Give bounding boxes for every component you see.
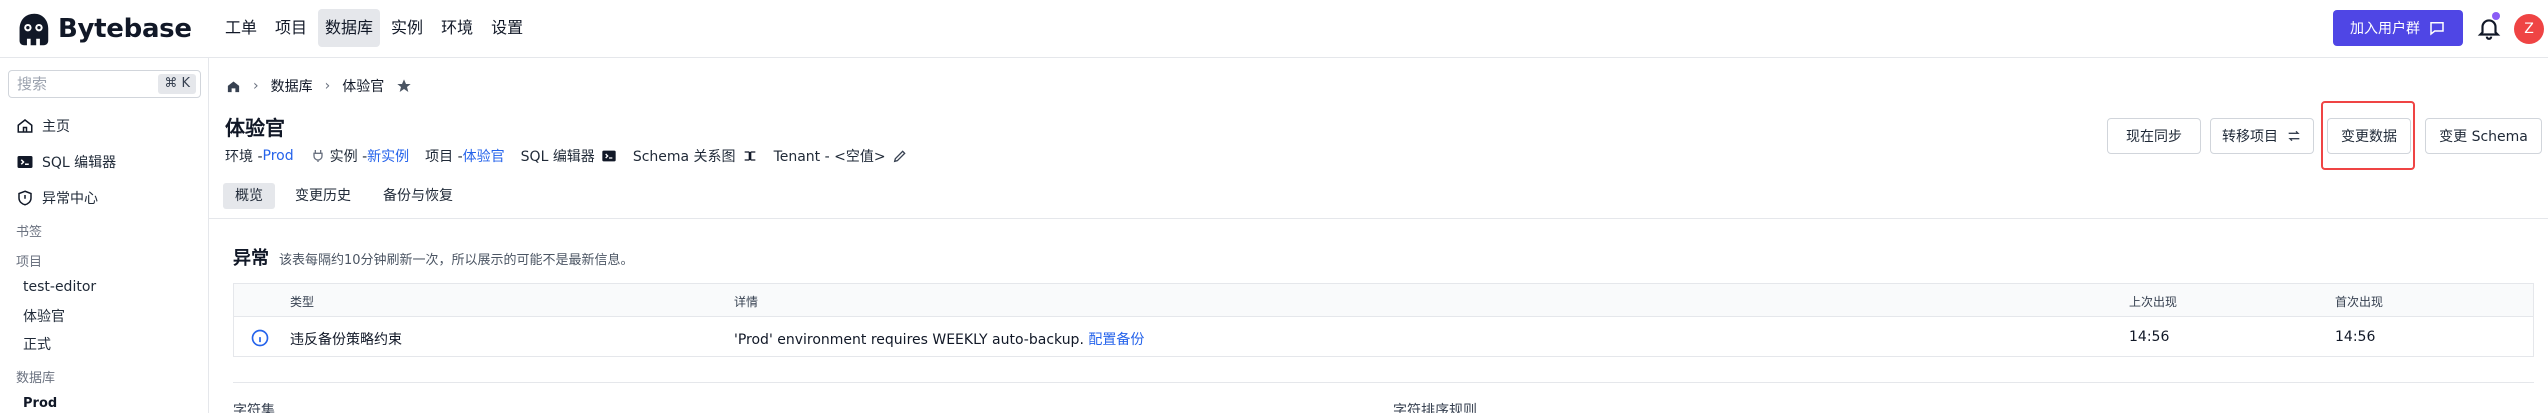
project-label: 项目 - [425, 149, 463, 165]
environment-link[interactable]: Prod [263, 148, 294, 164]
column-header-type: 类型 [290, 295, 315, 309]
main-nav: 工单 项目 数据库 实例 环境 设置 [218, 9, 534, 47]
change-schema-button[interactable]: 变更 Schema [2425, 118, 2542, 154]
pencil-icon[interactable] [892, 148, 908, 164]
breadcrumb: › 数据库 › 体验官 [226, 76, 412, 96]
search-shortcut: ⌘ K [158, 74, 196, 94]
sql-editor-link[interactable]: SQL 编辑器 [521, 146, 617, 166]
anomaly-detail-text: 'Prod' environment requires WEEKLY auto-… [734, 332, 1084, 348]
page-title: 体验官 [225, 116, 285, 140]
sql-editor-label: SQL 编辑器 [520, 149, 595, 165]
breadcrumb-current: 体验官 [342, 79, 385, 95]
database-meta: 环境 - Prod 实例 - 新实例 项目 - 体验官 SQL 编辑器 Sche… [225, 146, 924, 166]
schema-diagram-label: Schema 关系图 [632, 149, 736, 165]
anomaly-first-seen-cell: 14:56 [2335, 329, 2376, 345]
column-header-detail: 详情 [734, 295, 759, 309]
anomaly-detail-cell: 'Prod' environment requires WEEKLY auto-… [734, 329, 1144, 349]
sync-now-button[interactable]: 现在同步 [2107, 118, 2201, 154]
anomaly-description: 该表每隔约10分钟刷新一次，所以展示的可能不是最新信息。 [279, 253, 634, 268]
tab-backup-restore[interactable]: 备份与恢复 [371, 183, 465, 209]
transfer-project-label: 转移项目 [2222, 129, 2278, 145]
nav-environments[interactable]: 环境 [434, 9, 480, 47]
highlight-box [2321, 101, 2415, 170]
sidebar-project-item[interactable]: 正式 [23, 334, 51, 354]
instance-info: 实例 - 新实例 [310, 146, 409, 166]
sync-now-label: 现在同步 [2126, 129, 2182, 145]
search-box[interactable]: ⌘ K [8, 70, 201, 98]
sidebar-item-anomaly-center[interactable]: 异常中心 [16, 185, 98, 211]
collation-label: 字符排序规则 [1393, 403, 1477, 413]
environment-info: 环境 - Prod [225, 146, 294, 166]
column-header-last-seen: 上次出现 [2129, 295, 2178, 309]
tenant-label: Tenant - <空值> [773, 149, 886, 165]
anomaly-last-seen-cell: 14:56 [2129, 329, 2170, 345]
charset-label: 字符集 [233, 403, 275, 413]
bytebase-logo-icon [19, 13, 49, 45]
schema-diagram-link[interactable]: Schema 关系图 [633, 146, 758, 166]
configure-backup-link[interactable]: 配置备份 [1088, 332, 1144, 348]
anomaly-type-cell: 违反备份策略约束 [290, 332, 402, 348]
project-info: 项目 - 体验官 [425, 146, 505, 166]
sidebar-project-item[interactable]: 体验官 [23, 306, 65, 326]
instance-label: 实例 - [329, 149, 368, 165]
environment-label: 环境 - [225, 149, 263, 165]
sidebar-database-item[interactable]: Prod [23, 396, 57, 411]
sidebar-item-home[interactable]: 主页 [16, 113, 70, 139]
project-heading: 项目 [16, 255, 43, 270]
breadcrumb-databases[interactable]: 数据库 [271, 76, 313, 96]
brand-logo[interactable]: Bytebase [14, 10, 192, 48]
avatar[interactable]: Z [2514, 14, 2544, 44]
sidebar-project-item[interactable]: test-editor [23, 279, 96, 295]
home-icon[interactable] [226, 79, 241, 94]
column-header-first-seen: 首次出现 [2335, 295, 2384, 309]
transfer-icon [2288, 130, 2300, 142]
nav-instances[interactable]: 实例 [384, 9, 430, 47]
sidebar-item-label: 主页 [42, 119, 70, 135]
diagram-icon [744, 151, 755, 161]
instance-link[interactable]: 新实例 [367, 146, 409, 166]
shield-icon [18, 190, 32, 206]
join-community-label: 加入用户群 [2350, 21, 2420, 37]
chevron-right-icon: › [253, 78, 259, 94]
project-link[interactable]: 体验官 [463, 146, 505, 166]
tabs-divider [209, 218, 2548, 219]
sidebar-item-label: SQL 编辑器 [42, 155, 117, 171]
terminal-icon [602, 150, 616, 162]
plug-icon [312, 150, 323, 162]
nav-databases[interactable]: 数据库 [318, 9, 381, 47]
brand-name: Bytebase [58, 14, 192, 44]
tab-change-history[interactable]: 变更历史 [283, 183, 363, 209]
anomaly-table: 类型 详情 上次出现 首次出现 违反备份策略约束 'Prod' environm… [233, 283, 2534, 357]
sidebar: ⌘ K 主页 SQL 编辑器 异常中心 书签 项目 test-editor 体验… [0, 58, 209, 413]
terminal-icon [17, 156, 33, 168]
sidebar-item-sql-editor[interactable]: SQL 编辑器 [16, 149, 116, 175]
chat-icon [2430, 22, 2444, 36]
home-icon [17, 119, 33, 133]
change-schema-label: 变更 Schema [2439, 129, 2528, 145]
join-community-button[interactable]: 加入用户群 [2333, 10, 2463, 46]
table-header: 类型 详情 上次出现 首次出现 [234, 284, 2533, 317]
section-divider [233, 382, 2534, 383]
chevron-right-icon: › [324, 78, 331, 94]
nav-issues[interactable]: 工单 [218, 9, 264, 47]
sidebar-item-label: 异常中心 [42, 191, 98, 207]
nav-projects[interactable]: 项目 [268, 9, 314, 47]
star-icon[interactable] [396, 78, 412, 94]
info-icon [251, 329, 269, 347]
bookmark-heading: 书签 [16, 225, 43, 240]
tenant-info: Tenant - <空值> [774, 146, 908, 166]
search-input[interactable] [17, 74, 147, 94]
notification-dot [2492, 12, 2500, 20]
transfer-project-button[interactable]: 转移项目 [2210, 118, 2314, 154]
anomaly-title: 异常 [233, 248, 269, 269]
database-heading: 数据库 [16, 371, 56, 386]
top-navbar: Bytebase 工单 项目 数据库 实例 环境 设置 加入用户群 Z [0, 0, 2548, 58]
anomaly-section-header: 异常 该表每隔约10分钟刷新一次，所以展示的可能不是最新信息。 [233, 244, 634, 270]
nav-settings[interactable]: 设置 [484, 9, 530, 47]
database-tabs: 概览 变更历史 备份与恢复 [223, 183, 473, 209]
tab-overview[interactable]: 概览 [223, 183, 275, 209]
